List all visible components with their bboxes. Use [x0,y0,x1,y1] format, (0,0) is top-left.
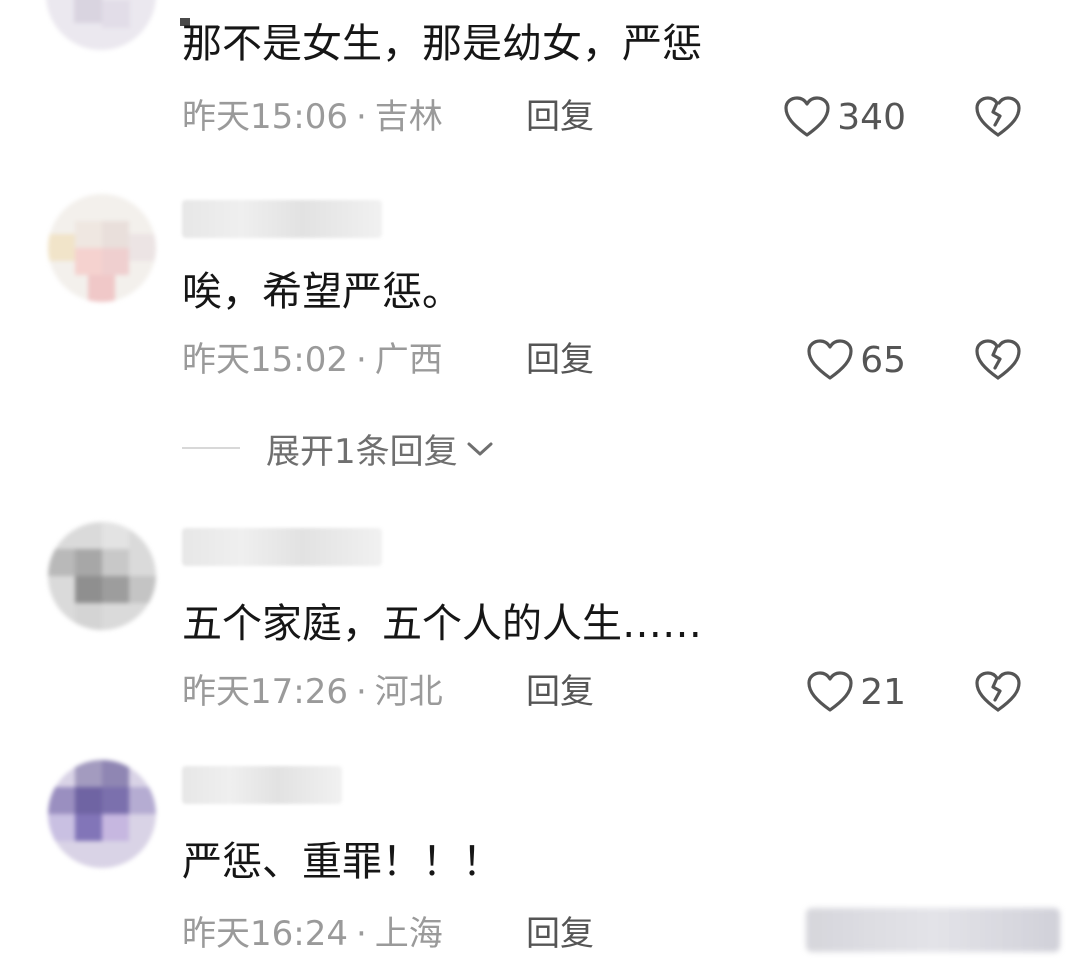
broken-heart-icon [974,94,1022,140]
meta-separator: · [355,914,367,954]
broken-heart-icon [974,337,1022,383]
like-button[interactable]: 65 [806,337,906,383]
like-count: 340 [837,96,906,138]
dislike-button[interactable] [974,94,1022,140]
comment-meta: 昨天16:24 · 上海 [182,914,443,954]
comment-time: 昨天15:02 [182,340,348,380]
divider [182,447,240,449]
dislike-button[interactable] [974,669,1022,715]
comment-text: 唉，希望严惩。 [182,269,462,315]
reply-button[interactable]: 回复 [526,340,594,380]
comment-text: 严惩、重罪！！！ [182,839,502,885]
avatar[interactable] [48,522,156,630]
reply-button[interactable]: 回复 [526,672,594,712]
avatar[interactable] [46,0,156,50]
username[interactable] [182,200,382,238]
reply-button[interactable]: 回复 [526,914,594,954]
username[interactable] [182,528,382,566]
heart-outline-icon [806,338,854,382]
comment-location: 吉林 [374,97,443,137]
meta-separator: · [355,97,367,137]
comment-time: 昨天17:26 [182,672,348,712]
expand-replies-button[interactable]: 展开1条回复 [182,424,494,472]
comment-meta: 昨天15:06 · 吉林 [182,97,443,137]
watermark [806,908,1060,952]
comment-text: 五个家庭，五个人的人生…… [182,601,702,647]
comment-location: 河北 [374,672,443,712]
like-button[interactable]: 21 [806,669,906,715]
reply-button[interactable]: 回复 [526,97,594,137]
comment-text: 那不是女生，那是幼女，严惩 [182,21,702,67]
comment-time: 昨天16:24 [182,914,348,954]
comment-location: 广西 [374,340,443,380]
like-button[interactable]: 340 [783,94,906,140]
dislike-button[interactable] [974,337,1022,383]
like-count: 21 [860,671,906,713]
avatar[interactable] [48,194,156,302]
username[interactable] [182,766,342,804]
comment-location: 上海 [374,914,443,954]
chevron-down-icon [466,428,494,468]
meta-separator: · [355,340,367,380]
comment-meta: 昨天15:02 · 广西 [182,340,443,380]
avatar[interactable] [48,760,156,868]
heart-outline-icon [783,95,831,139]
comment-meta: 昨天17:26 · 河北 [182,672,443,712]
meta-separator: · [355,672,367,712]
broken-heart-icon [974,669,1022,715]
like-count: 65 [860,339,906,381]
expand-replies-label: 展开1条回复 [266,431,458,472]
comment-time: 昨天15:06 [182,97,348,137]
heart-outline-icon [806,670,854,714]
